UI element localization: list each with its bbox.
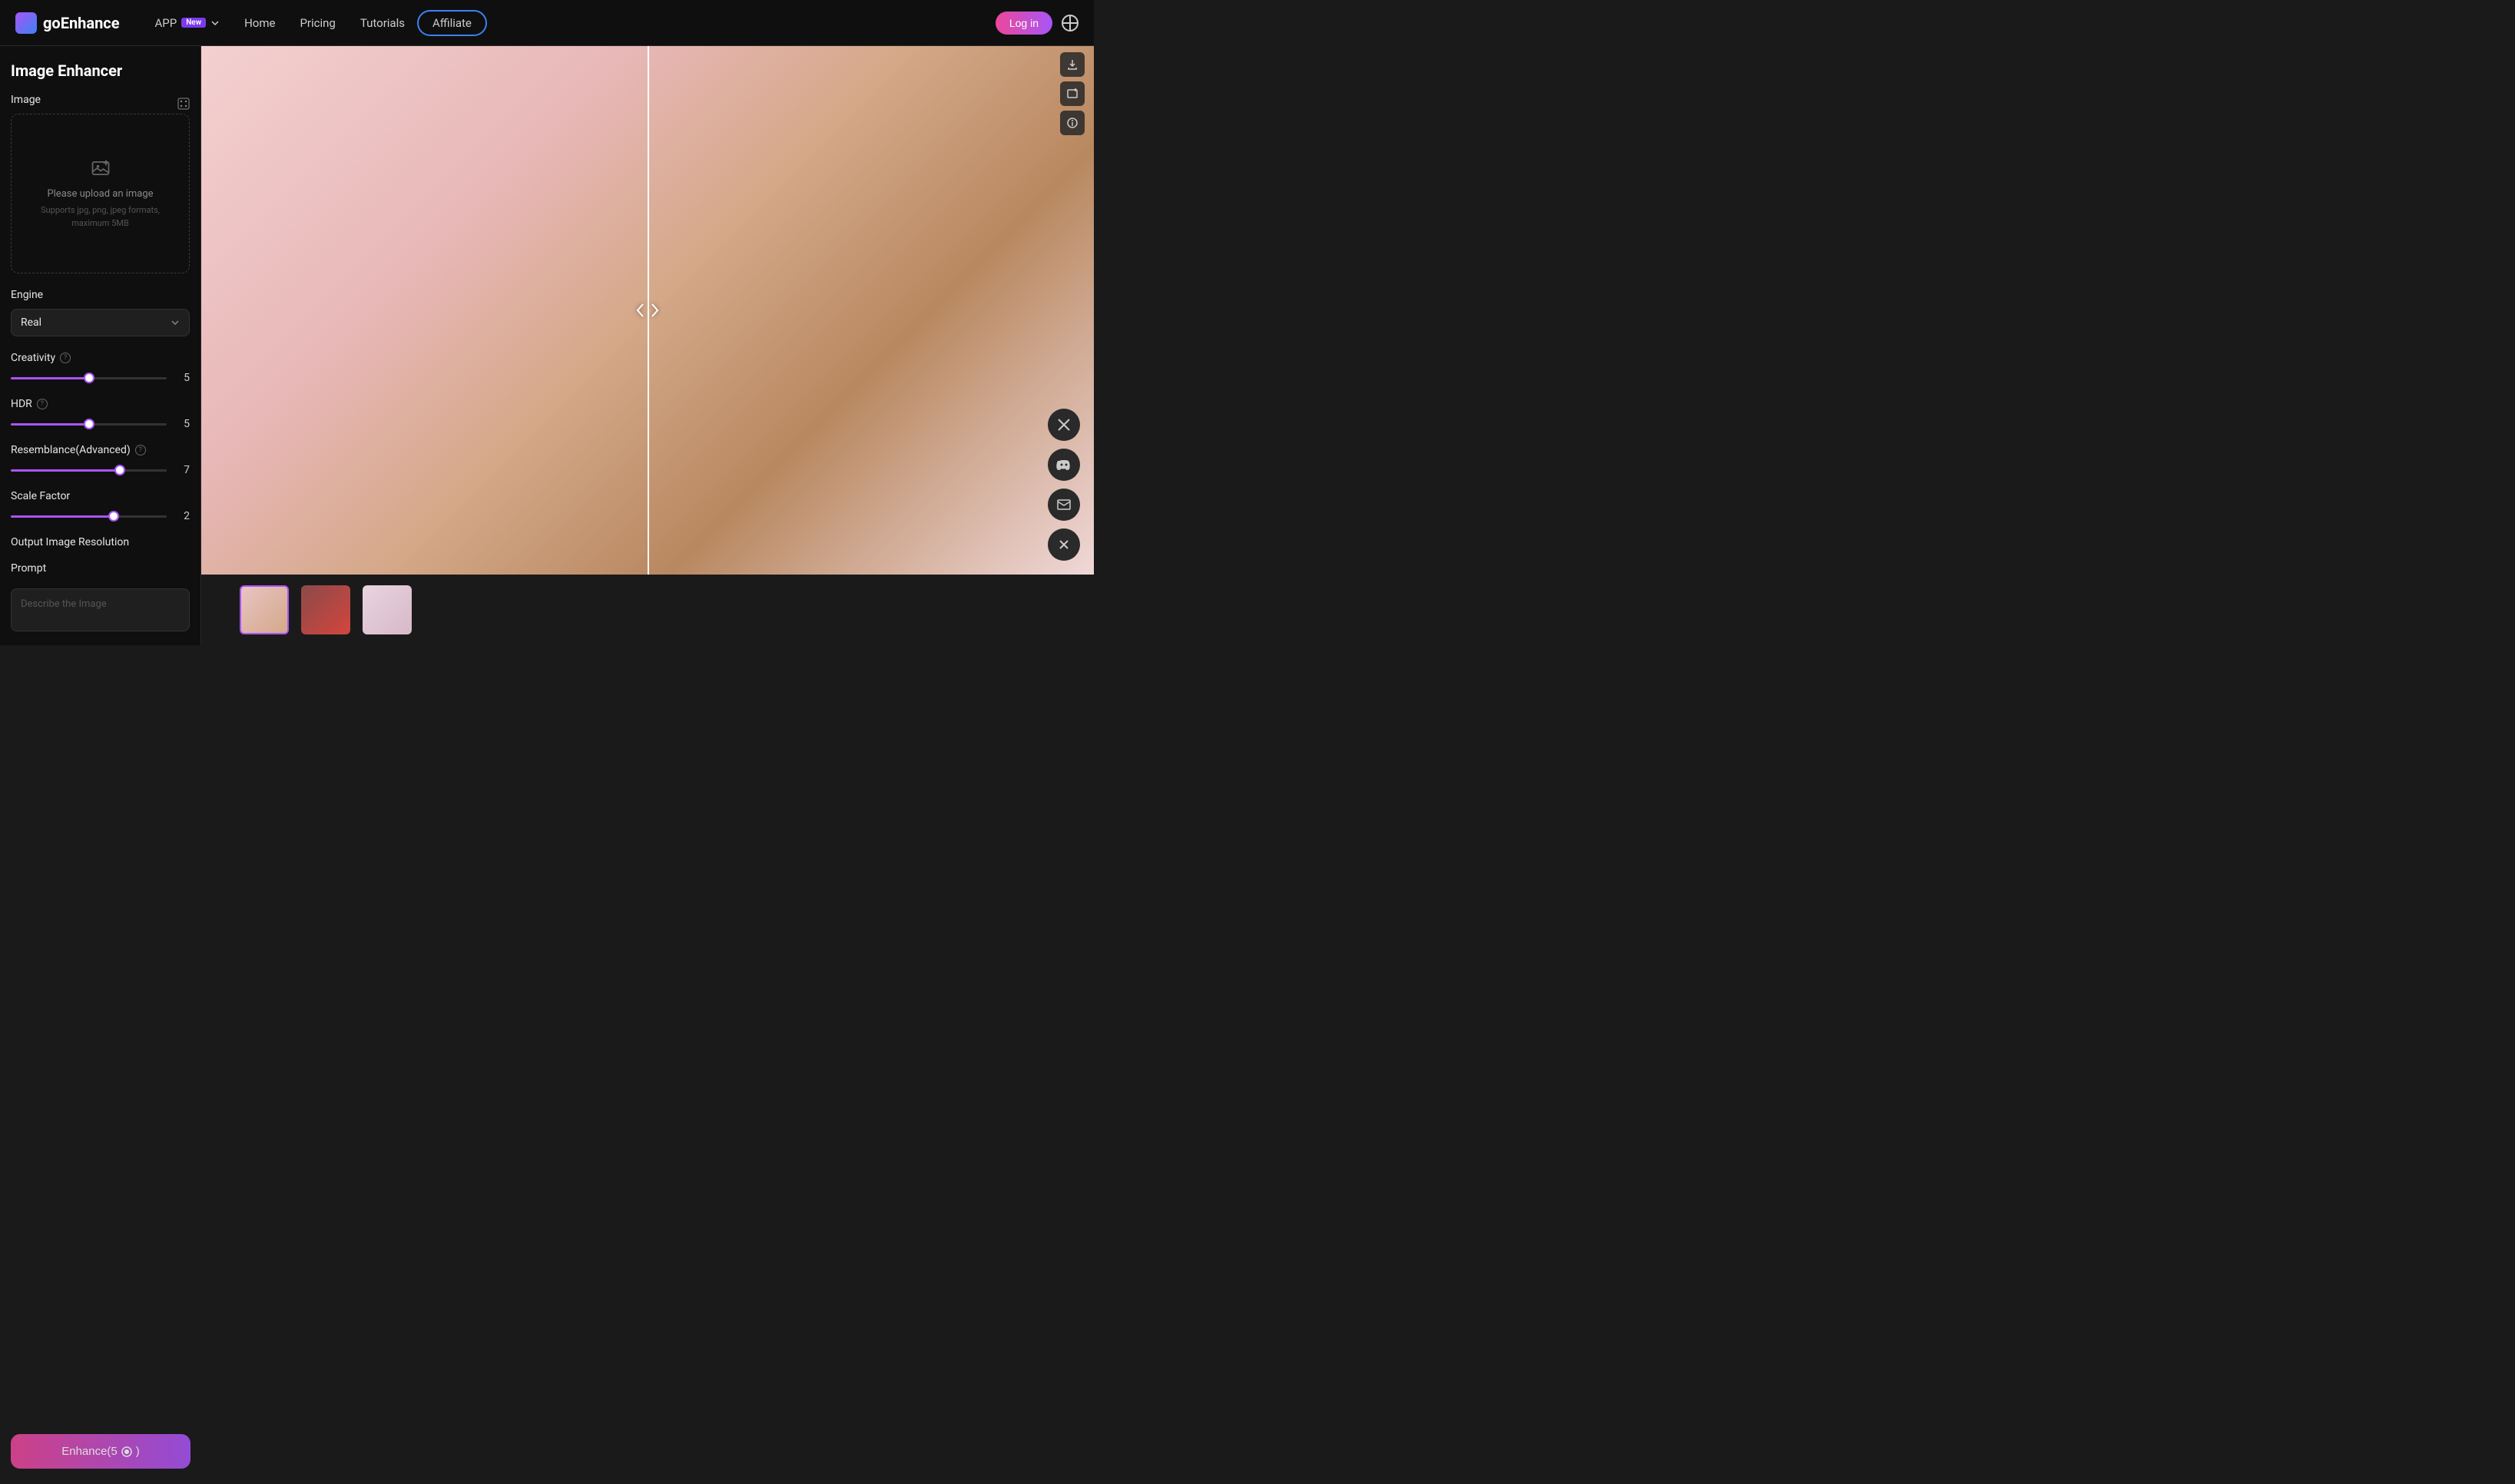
engine-select[interactable]: Real [11,309,190,336]
upload-image-icon [90,157,111,179]
discord-button[interactable] [1048,449,1080,481]
output-resolution-label: Output Image Resolution [11,536,190,548]
new-badge: New [181,18,206,28]
globe-icon[interactable] [1062,15,1079,31]
preview-image [201,46,1094,575]
thumbnail-2[interactable] [301,585,350,634]
info-icon[interactable]: ? [37,399,48,409]
engine-value: Real [21,316,41,329]
nav-pricing[interactable]: Pricing [287,10,347,36]
thumbnail-1[interactable] [240,585,289,634]
add-image-button[interactable] [1060,81,1085,106]
hdr-label: HDR [11,398,32,410]
engine-label: Engine [11,289,190,301]
logo-icon [15,12,37,34]
info-button[interactable] [1060,111,1085,135]
resemblance-value: 7 [177,464,190,476]
thumbnail-3[interactable] [363,585,412,634]
upload-area[interactable]: Please upload an image Supports jpg, png… [11,114,190,273]
prompt-input[interactable] [11,588,190,631]
info-icon [1066,117,1079,129]
resemblance-slider[interactable] [11,469,167,472]
chevron-down-icon [210,18,220,28]
info-icon[interactable]: ? [135,445,146,455]
download-button[interactable] [1060,52,1085,77]
hdr-value: 5 [177,418,190,430]
logo-text: goEnhance [43,14,120,32]
close-icon [1058,538,1070,551]
nav-app-label: APP [155,16,177,30]
login-button[interactable]: Log in [996,12,1052,35]
image-label: Image [11,94,41,106]
scale-factor-value: 2 [177,510,190,522]
hdr-slider[interactable] [11,423,167,426]
add-image-icon [1066,88,1079,100]
prompt-label: Prompt [11,562,190,575]
scale-factor-slider[interactable] [11,515,167,518]
creativity-label: Creativity [11,352,55,364]
chevron-left-icon [635,303,646,318]
upload-text: Please upload an image [47,188,153,200]
nav-home[interactable]: Home [232,10,287,36]
download-icon [1066,58,1079,71]
creativity-slider[interactable] [11,377,167,379]
resemblance-label: Resemblance(Advanced) [11,444,131,456]
email-button[interactable] [1048,489,1080,521]
nav-affiliate[interactable]: Affiliate [417,10,487,36]
nav-tutorials[interactable]: Tutorials [348,10,417,36]
chevron-right-icon [649,303,660,318]
info-icon[interactable]: ? [60,353,71,363]
thumbnail-strip [201,575,1094,645]
upload-hint: Supports jpg, png, jpeg formats, maximum… [12,204,189,230]
dice-icon[interactable] [177,98,190,110]
close-button[interactable] [1048,528,1080,561]
creativity-value: 5 [177,372,190,384]
chevron-down-icon [171,318,180,327]
scale-factor-label: Scale Factor [11,490,190,502]
x-icon [1057,418,1071,432]
twitter-button[interactable] [1048,409,1080,441]
nav-app[interactable]: APP New [143,10,233,36]
discord-icon [1056,459,1072,471]
compare-handle[interactable] [635,303,660,318]
logo[interactable]: goEnhance [15,12,120,34]
page-title: Image Enhancer [11,61,190,80]
email-icon [1057,499,1071,510]
